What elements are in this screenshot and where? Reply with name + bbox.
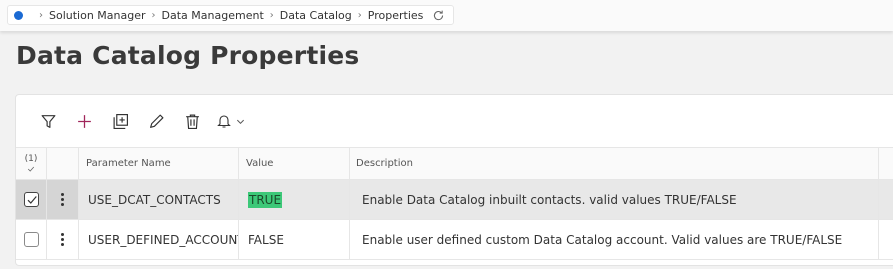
- chevron-right-icon: ›: [357, 9, 362, 21]
- breadcrumb-item-solution-manager[interactable]: Solution Manager: [49, 9, 146, 22]
- row-checkbox[interactable]: [23, 232, 39, 247]
- value-cell: TRUE: [239, 180, 350, 219]
- value-text: TRUE: [248, 191, 283, 208]
- more-vertical-icon[interactable]: [61, 193, 64, 206]
- chevron-right-icon: ›: [269, 9, 274, 21]
- row-checkbox[interactable]: [23, 192, 39, 207]
- table-row[interactable]: USE_DCAT_CONTACTS TRUE Enable Data Catal…: [16, 180, 893, 220]
- filter-button[interactable]: [30, 106, 66, 136]
- chevron-right-icon: ›: [151, 9, 156, 21]
- select-all-header[interactable]: (1): [16, 148, 47, 179]
- parameter-name-cell: USE_DCAT_CONTACTS: [79, 180, 239, 219]
- delete-icon: [185, 114, 199, 129]
- toolbar: [16, 95, 893, 147]
- row-menu-cell: [47, 180, 79, 219]
- parameter-name-cell: USER_DEFINED_ACCOUNT: [79, 220, 239, 259]
- description-cell: Enable Data Catalog inbuilt contacts. va…: [350, 180, 879, 219]
- page-title: Data Catalog Properties: [16, 41, 360, 70]
- top-bar: › Solution Manager › Data Management › D…: [0, 0, 893, 31]
- check-icon: [27, 196, 37, 204]
- table-row[interactable]: USER_DEFINED_ACCOUNT FALSE Enable user d…: [16, 220, 893, 260]
- breadcrumb-item-data-catalog[interactable]: Data Catalog: [280, 9, 352, 22]
- selection-count: (1): [24, 154, 38, 164]
- check-icon: [27, 166, 35, 172]
- row-select-cell: [16, 180, 47, 219]
- menu-header: [47, 148, 79, 179]
- bell-icon: [216, 115, 231, 128]
- properties-table: (1) Parameter Name Value Description USE…: [16, 147, 893, 260]
- home-icon[interactable]: [14, 10, 23, 20]
- properties-panel: (1) Parameter Name Value Description USE…: [15, 94, 893, 266]
- refresh-icon[interactable]: [432, 9, 445, 22]
- add-icon: [77, 114, 91, 128]
- breadcrumb: › Solution Manager › Data Management › D…: [7, 5, 455, 25]
- description-cell: Enable user defined custom Data Catalog …: [350, 220, 879, 259]
- breadcrumb-item-properties: Properties: [367, 8, 424, 22]
- value-cell: FALSE: [239, 220, 350, 259]
- column-header-parameter-name[interactable]: Parameter Name: [79, 148, 239, 179]
- notifications-button[interactable]: [210, 106, 250, 136]
- edit-icon: [149, 114, 163, 128]
- more-vertical-icon[interactable]: [61, 233, 64, 246]
- chevron-right-icon: ›: [39, 9, 43, 21]
- breadcrumb-item-data-management[interactable]: Data Management: [162, 9, 264, 22]
- row-menu-cell: [47, 220, 79, 259]
- add-button[interactable]: [66, 106, 102, 136]
- filter-icon: [41, 114, 55, 128]
- table-header: (1) Parameter Name Value Description: [16, 147, 893, 180]
- delete-button[interactable]: [174, 106, 210, 136]
- chevron-down-icon: [236, 119, 244, 124]
- column-header-value[interactable]: Value: [239, 148, 350, 179]
- column-header-description[interactable]: Description: [350, 148, 879, 179]
- edit-button[interactable]: [138, 106, 174, 136]
- row-select-cell: [16, 220, 47, 259]
- duplicate-icon: [113, 113, 128, 129]
- duplicate-button[interactable]: [102, 106, 138, 136]
